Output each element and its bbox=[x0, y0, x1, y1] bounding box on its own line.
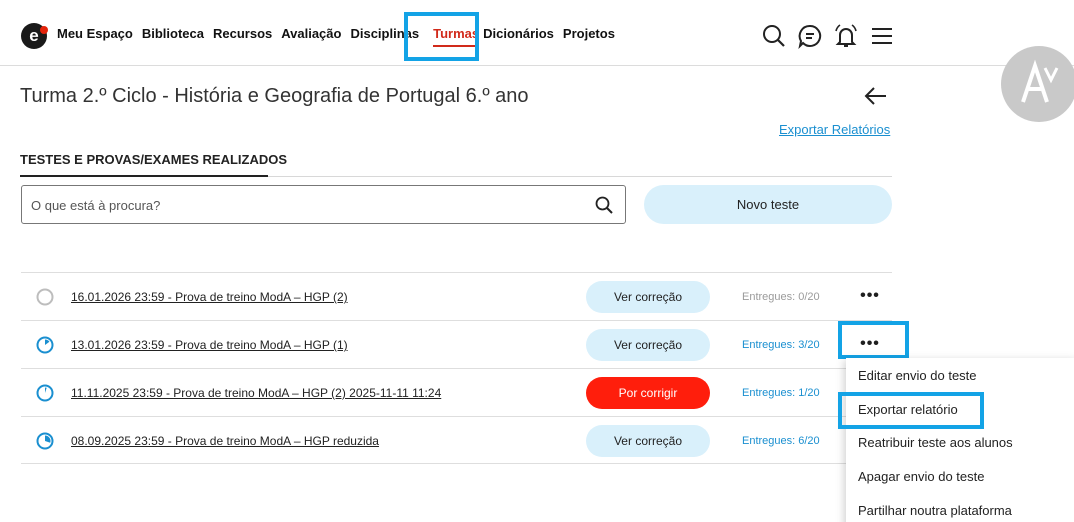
view-correction-button[interactable]: Ver correção bbox=[586, 425, 710, 457]
nav-item-recursos[interactable]: Recursos bbox=[213, 26, 272, 41]
section-tab-indicator bbox=[20, 175, 268, 177]
test-title-link[interactable]: 11.11.2025 23:59 - Prova de treino ModA … bbox=[71, 386, 441, 400]
nav-item-meu-espaco[interactable]: Meu Espaço bbox=[57, 26, 133, 41]
progress-ring-icon bbox=[36, 336, 54, 354]
menu-item-reassign-test[interactable]: Reatribuir teste aos alunos bbox=[858, 435, 1013, 450]
search-box bbox=[21, 185, 626, 224]
table-row: 13.01.2026 23:59 - Prova de treino ModA … bbox=[21, 320, 892, 368]
accessibility-icon[interactable] bbox=[1001, 46, 1074, 122]
delivered-count: Entregues: 0/20 bbox=[742, 291, 820, 303]
table-row: 08.09.2025 23:59 - Prova de treino ModA … bbox=[21, 416, 892, 464]
chat-icon[interactable] bbox=[796, 22, 824, 50]
more-options-button[interactable]: ••• bbox=[859, 287, 881, 305]
nav-item-projetos[interactable]: Projetos bbox=[563, 26, 615, 41]
test-title-link[interactable]: 08.09.2025 23:59 - Prova de treino ModA … bbox=[71, 434, 379, 448]
logo-dot bbox=[40, 26, 48, 34]
table-row: 11.11.2025 23:59 - Prova de treino ModA … bbox=[21, 368, 892, 416]
top-navigation-bar: e Meu Espaço Biblioteca Recursos Avaliaç… bbox=[0, 0, 1074, 66]
highlight-box-more-options bbox=[838, 321, 909, 359]
menu-item-edit-submission[interactable]: Editar envio do teste bbox=[858, 368, 977, 383]
table-row: 16.01.2026 23:59 - Prova de treino ModA … bbox=[21, 272, 892, 320]
test-title-link[interactable]: 13.01.2026 23:59 - Prova de treino ModA … bbox=[71, 338, 348, 352]
section-title: TESTES E PROVAS/EXAMES REALIZADOS bbox=[20, 152, 288, 167]
new-test-button[interactable]: Novo teste bbox=[644, 185, 892, 224]
search-input[interactable] bbox=[31, 195, 571, 215]
export-reports-link[interactable]: Exportar Relatórios bbox=[779, 122, 890, 137]
page-title: Turma 2.º Ciclo - História e Geografia d… bbox=[20, 85, 529, 107]
logo[interactable]: e bbox=[21, 23, 48, 49]
highlight-box-export-report bbox=[838, 392, 984, 429]
nav-item-biblioteca[interactable]: Biblioteca bbox=[142, 26, 204, 41]
search-icon[interactable] bbox=[594, 195, 614, 215]
test-title-link[interactable]: 16.01.2026 23:59 - Prova de treino ModA … bbox=[71, 290, 348, 304]
delivered-count: Entregues: 1/20 bbox=[742, 387, 820, 399]
delivered-count: Entregues: 3/20 bbox=[742, 339, 820, 351]
menu-icon[interactable] bbox=[868, 22, 896, 50]
nav-item-dicionarios[interactable]: Dicionários bbox=[483, 26, 554, 41]
search-icon[interactable] bbox=[760, 22, 788, 50]
progress-ring-icon bbox=[36, 384, 54, 402]
highlight-box-turmas bbox=[404, 12, 479, 61]
menu-item-share-platform[interactable]: Partilhar noutra plataforma bbox=[858, 503, 1012, 518]
bell-icon[interactable] bbox=[832, 22, 860, 50]
logo-letter: e bbox=[29, 26, 39, 45]
back-arrow-icon[interactable] bbox=[864, 86, 888, 106]
view-correction-button[interactable]: Ver correção bbox=[586, 329, 710, 361]
delivered-count: Entregues: 6/20 bbox=[742, 435, 820, 447]
nav-icons bbox=[760, 22, 896, 50]
to-correct-button[interactable]: Por corrigir bbox=[586, 377, 710, 409]
progress-ring-icon bbox=[36, 288, 54, 306]
main-nav: Meu Espaço Biblioteca Recursos Avaliação… bbox=[57, 26, 624, 47]
view-correction-button[interactable]: Ver correção bbox=[586, 281, 710, 313]
options-dropdown-menu: Editar envio do teste Exportar relatório… bbox=[846, 358, 1074, 522]
nav-item-avaliacao[interactable]: Avaliação bbox=[281, 26, 341, 41]
tests-table: 16.01.2026 23:59 - Prova de treino ModA … bbox=[21, 272, 892, 464]
progress-ring-icon bbox=[36, 432, 54, 450]
menu-item-delete-submission[interactable]: Apagar envio do teste bbox=[858, 469, 984, 484]
